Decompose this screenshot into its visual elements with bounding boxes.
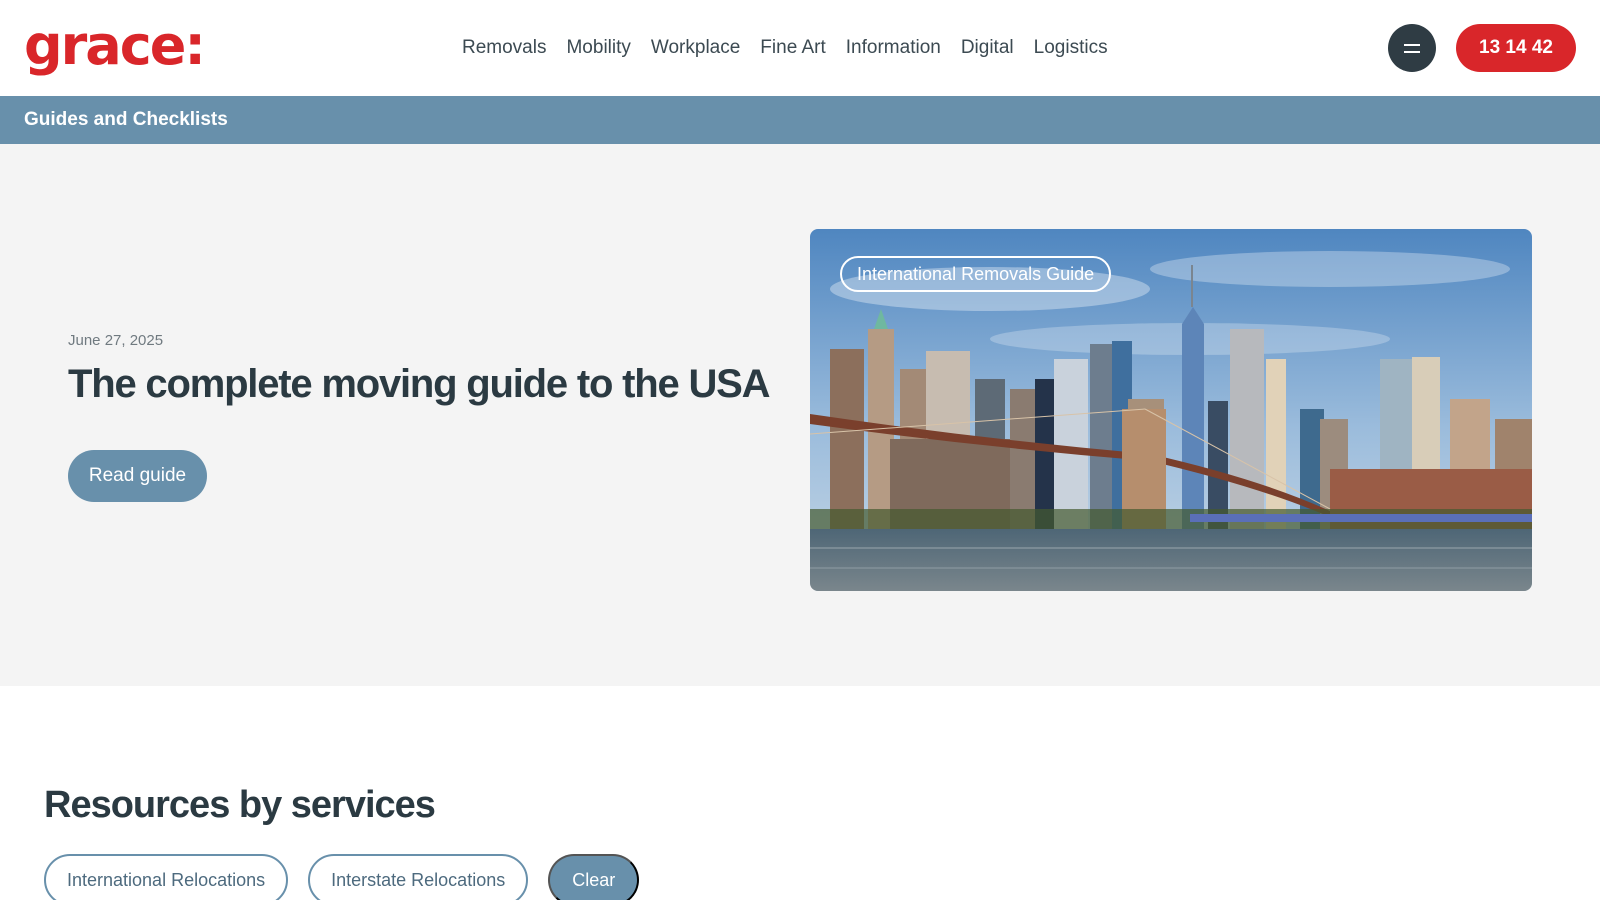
clear-filters-button[interactable]: Clear bbox=[548, 854, 640, 900]
nav-item-removals[interactable]: Removals bbox=[462, 34, 546, 62]
filter-interstate-relocations[interactable]: Interstate Relocations bbox=[308, 854, 529, 900]
nav-item-logistics[interactable]: Logistics bbox=[1034, 34, 1108, 62]
hamburger-menu-icon-bar bbox=[1404, 50, 1420, 53]
nav-item-fine-art[interactable]: Fine Art bbox=[760, 34, 825, 62]
resources-heading: Resources by services bbox=[44, 784, 436, 826]
image-category-tag[interactable]: International Removals Guide bbox=[840, 256, 1112, 292]
hero-section: June 27, 2025 The complete moving guide … bbox=[0, 144, 1600, 686]
filter-international-relocations[interactable]: International Relocations bbox=[44, 854, 289, 900]
phone-button[interactable]: 13 14 42 bbox=[1456, 24, 1576, 72]
read-guide-button[interactable]: Read guide bbox=[68, 450, 207, 502]
publish-date: June 27, 2025 bbox=[68, 332, 164, 349]
service-filters: International Relocations Interstate Rel… bbox=[44, 854, 640, 900]
main-nav: Removals Mobility Workplace Fine Art Inf… bbox=[462, 34, 1128, 62]
nav-item-digital[interactable]: Digital bbox=[961, 34, 1014, 62]
hero-image[interactable]: International Removals Guide bbox=[810, 229, 1532, 591]
breadcrumb-bar: Guides and Checklists bbox=[0, 96, 1600, 144]
nav-item-information[interactable]: Information bbox=[846, 34, 941, 62]
menu-button[interactable] bbox=[1388, 24, 1436, 72]
site-header: grace: Removals Mobility Workplace Fine … bbox=[0, 0, 1600, 96]
nav-item-mobility[interactable]: Mobility bbox=[566, 34, 630, 62]
nav-item-workplace[interactable]: Workplace bbox=[651, 34, 740, 62]
page-title: The complete moving guide to the USA bbox=[68, 362, 770, 406]
hamburger-menu-icon bbox=[1404, 43, 1420, 46]
breadcrumb[interactable]: Guides and Checklists bbox=[24, 108, 228, 132]
grace-logo[interactable]: grace: bbox=[24, 16, 206, 76]
